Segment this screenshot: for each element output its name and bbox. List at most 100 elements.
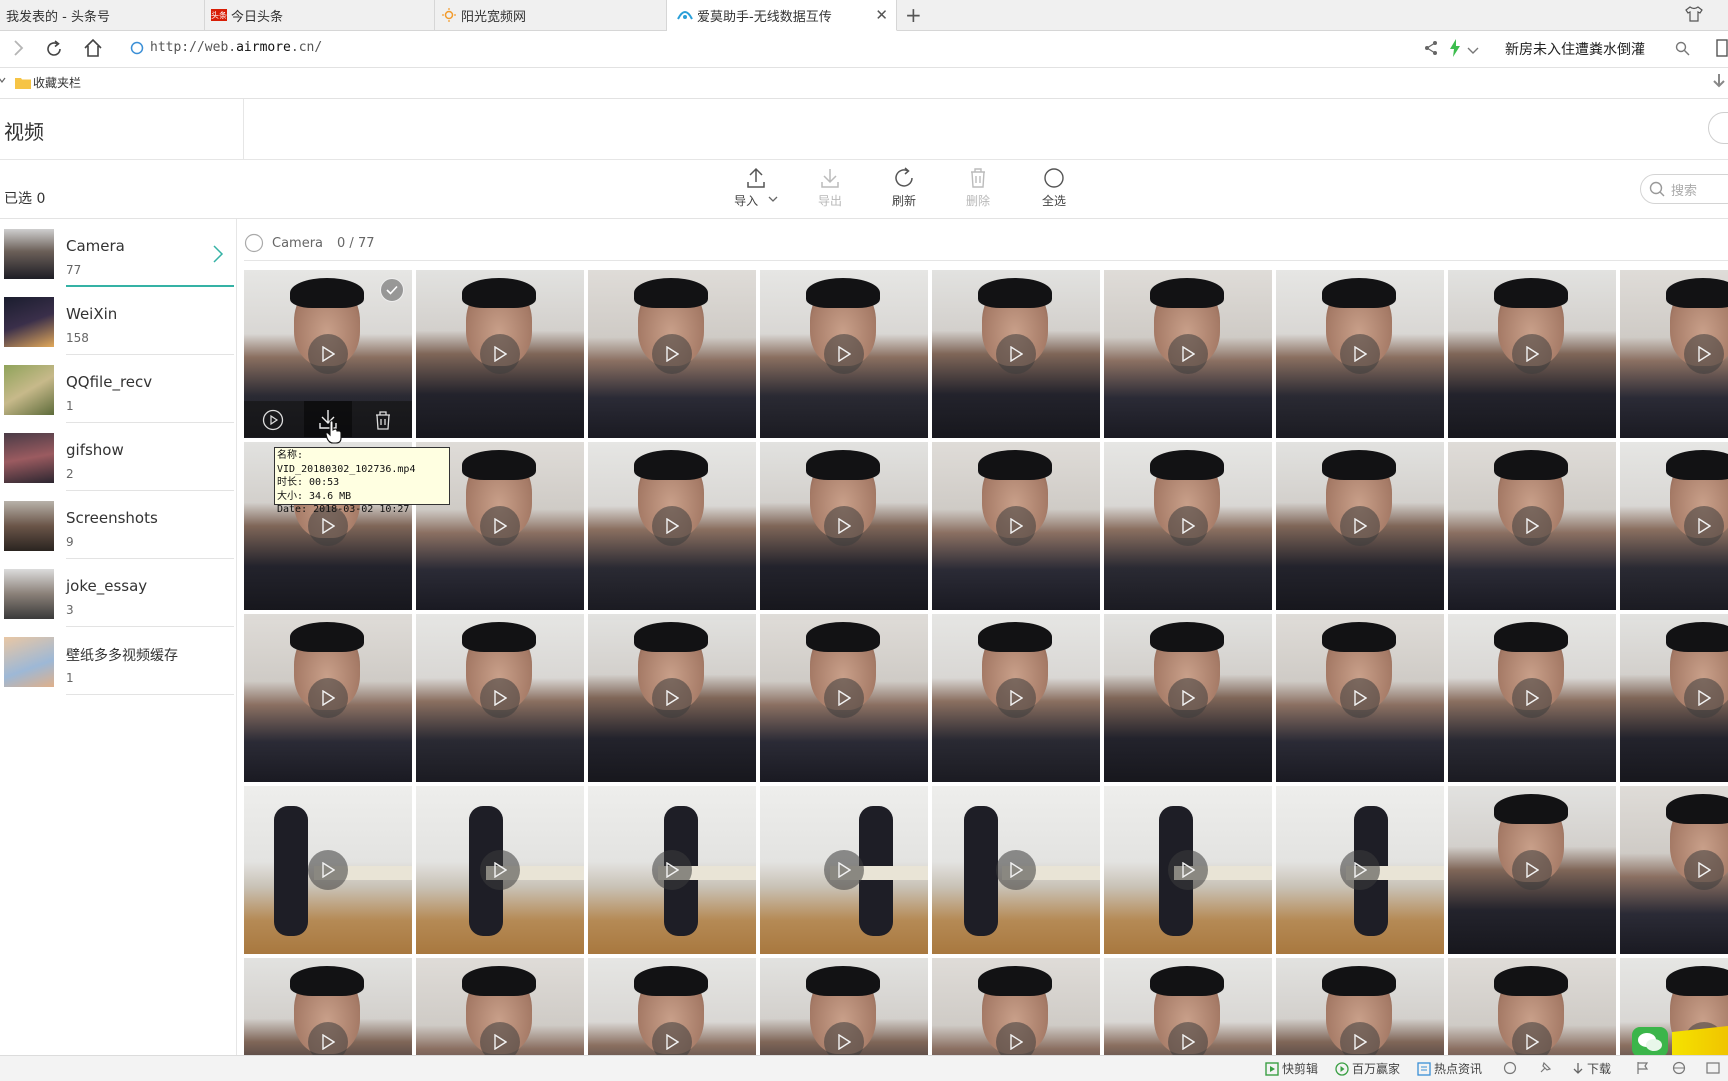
play-icon[interactable]	[1340, 1022, 1380, 1056]
video-thumbnail[interactable]	[1448, 614, 1616, 782]
statusbar-item-hot-news[interactable]: 热点资讯	[1417, 1060, 1482, 1077]
loop-icon[interactable]	[1503, 1061, 1517, 1078]
play-icon[interactable]	[652, 334, 692, 374]
play-icon[interactable]	[996, 850, 1036, 890]
video-thumbnail[interactable]	[1448, 786, 1616, 954]
pin-icon[interactable]	[1538, 1061, 1552, 1078]
video-thumbnail[interactable]	[1276, 442, 1444, 610]
close-tab-icon[interactable]: ✕	[875, 6, 888, 24]
video-thumbnail[interactable]	[1448, 958, 1616, 1056]
video-thumbnail[interactable]	[244, 958, 412, 1056]
statusbar-item-millionaire[interactable]: 百万赢家	[1335, 1060, 1400, 1077]
play-icon[interactable]	[480, 334, 520, 374]
share-icon[interactable]	[1423, 40, 1439, 60]
video-thumbnail[interactable]	[932, 270, 1100, 438]
shirt-skin-icon[interactable]	[1685, 6, 1703, 26]
play-icon[interactable]	[308, 1022, 348, 1056]
play-icon[interactable]	[480, 678, 520, 718]
search-field[interactable]: 搜索	[1640, 174, 1728, 204]
video-thumbnail[interactable]	[1620, 442, 1728, 610]
video-thumbnail[interactable]	[760, 442, 928, 610]
video-thumbnail[interactable]	[1276, 614, 1444, 782]
video-thumbnail[interactable]	[1276, 786, 1444, 954]
video-thumbnail[interactable]	[932, 614, 1100, 782]
play-icon[interactable]	[996, 334, 1036, 374]
play-icon[interactable]	[824, 850, 864, 890]
tab-toutiao[interactable]: 头条 今日头条	[205, 0, 435, 30]
video-thumbnail[interactable]	[1104, 442, 1272, 610]
video-thumbnail[interactable]	[588, 442, 756, 610]
album-item-qqfile-recv[interactable]: QQfile_recv 1	[0, 355, 236, 423]
video-thumbnail[interactable]	[416, 786, 584, 954]
play-icon[interactable]	[824, 506, 864, 546]
play-icon[interactable]	[996, 678, 1036, 718]
play-icon[interactable]	[1168, 506, 1208, 546]
play-icon[interactable]	[1512, 1022, 1552, 1056]
panel-icon[interactable]	[1716, 39, 1728, 61]
play-icon[interactable]	[1684, 506, 1724, 546]
video-thumbnail[interactable]	[1104, 786, 1272, 954]
album-item-joke-essay[interactable]: joke_essay 3	[0, 559, 236, 627]
window-icon[interactable]	[1706, 1061, 1720, 1078]
video-thumbnail[interactable]	[760, 614, 928, 782]
album-item-wallpaper-cache[interactable]: 壁纸多多视频缓存 1	[0, 627, 236, 695]
video-thumbnail[interactable]	[1276, 958, 1444, 1056]
video-thumbnail[interactable]	[416, 614, 584, 782]
video-thumbnail[interactable]	[1104, 270, 1272, 438]
video-thumbnail[interactable]	[588, 614, 756, 782]
new-tab-button[interactable]: +	[905, 3, 922, 27]
chevron-down-icon[interactable]	[1467, 41, 1479, 60]
play-icon[interactable]	[824, 334, 864, 374]
play-icon[interactable]	[308, 850, 348, 890]
header-menu-button[interactable]	[1708, 112, 1728, 144]
import-button[interactable]: 导入	[726, 166, 786, 209]
select-all-button[interactable]: 全选	[1024, 166, 1084, 209]
statusbar-item-quick-edit[interactable]: 快剪辑	[1265, 1060, 1318, 1077]
export-button[interactable]: 导出	[800, 166, 860, 209]
bookmarks-chevron-icon[interactable]	[0, 75, 6, 88]
search-icon[interactable]	[1675, 41, 1690, 60]
trash-icon[interactable]	[372, 409, 394, 435]
video-thumbnail[interactable]	[1448, 442, 1616, 610]
video-thumbnail[interactable]	[760, 786, 928, 954]
video-thumbnail[interactable]	[244, 614, 412, 782]
play-icon[interactable]	[1168, 678, 1208, 718]
play-icon[interactable]	[1340, 678, 1380, 718]
album-item-camera[interactable]: Camera 77	[0, 219, 236, 287]
video-thumbnail[interactable]	[244, 786, 412, 954]
video-thumbnail[interactable]	[416, 270, 584, 438]
download-arrow-icon[interactable]	[1712, 73, 1726, 94]
play-icon[interactable]	[1512, 506, 1552, 546]
video-thumbnail[interactable]	[1448, 270, 1616, 438]
play-icon[interactable]	[1684, 334, 1724, 374]
refresh-button[interactable]: 刷新	[874, 166, 934, 209]
video-thumbnail[interactable]	[932, 442, 1100, 610]
bookmarks-folder[interactable]: 收藏夹栏	[15, 74, 81, 91]
play-icon[interactable]	[824, 1022, 864, 1056]
album-select-circle-icon[interactable]	[244, 233, 264, 253]
video-thumbnail[interactable]	[416, 958, 584, 1056]
play-icon[interactable]	[480, 506, 520, 546]
play-icon[interactable]	[652, 678, 692, 718]
play-icon[interactable]	[824, 678, 864, 718]
play-icon[interactable]	[1684, 678, 1724, 718]
play-icon[interactable]	[308, 678, 348, 718]
tab-toutiao-hao[interactable]: 我发表的 - 头条号	[0, 0, 205, 30]
video-thumbnail[interactable]	[1620, 270, 1728, 438]
video-thumbnail[interactable]	[588, 786, 756, 954]
album-item-screenshots[interactable]: Screenshots 9	[0, 491, 236, 559]
play-icon[interactable]	[1168, 850, 1208, 890]
play-icon[interactable]	[1512, 334, 1552, 374]
play-icon[interactable]	[308, 334, 348, 374]
video-thumbnail[interactable]	[760, 958, 928, 1056]
select-checkbox[interactable]	[380, 278, 404, 302]
play-icon[interactable]	[480, 1022, 520, 1056]
play-icon[interactable]	[652, 1022, 692, 1056]
play-icon[interactable]	[1168, 334, 1208, 374]
play-icon[interactable]	[480, 850, 520, 890]
video-thumbnail[interactable]	[588, 958, 756, 1056]
play-icon[interactable]	[996, 1022, 1036, 1056]
tab-sun-video[interactable]: 阳光宽频网	[435, 0, 667, 30]
video-thumbnail[interactable]	[1104, 614, 1272, 782]
video-thumbnail[interactable]	[1276, 270, 1444, 438]
